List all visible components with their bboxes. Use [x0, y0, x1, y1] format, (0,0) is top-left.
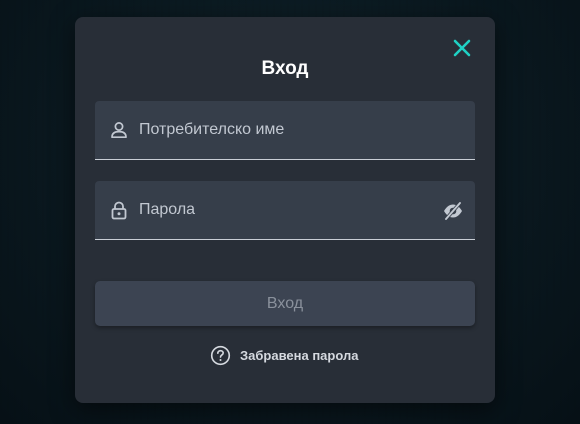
password-placeholder: Парола: [139, 201, 196, 218]
eye-off-icon[interactable]: [442, 200, 464, 222]
username-field[interactable]: Потребителско име: [95, 101, 475, 160]
question-circle-icon: [210, 345, 231, 365]
close-button[interactable]: [450, 36, 474, 60]
username-placeholder: Потребителско име: [139, 121, 285, 138]
lock-icon: [111, 201, 127, 220]
forgot-password-label: Забравена парола: [240, 347, 359, 363]
password-field[interactable]: Парола: [95, 181, 475, 240]
login-dialog: Вход Потребителско име Парола Вход Забра…: [75, 17, 495, 403]
dialog-title: Вход: [261, 58, 309, 79]
user-icon: [111, 122, 127, 139]
close-icon: [453, 39, 471, 57]
login-button[interactable]: Вход: [95, 281, 475, 326]
forgot-password-link[interactable]: Забравена парола: [210, 344, 358, 366]
